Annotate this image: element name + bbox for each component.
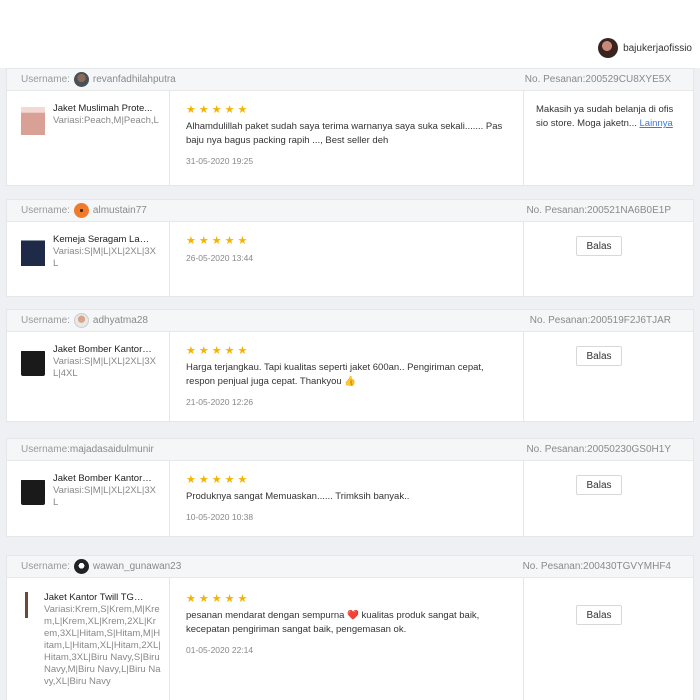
product-thumbnail[interactable]: [21, 477, 45, 505]
top-bar: bajukerjaofissio: [0, 0, 700, 68]
buyer-username[interactable]: revanfadhilahputra: [93, 74, 176, 85]
product-thumbnail[interactable]: [21, 238, 45, 266]
product-name[interactable]: Jaket Kantor Twill TG0...: [44, 592, 144, 604]
reply-cell: Balas: [524, 332, 693, 422]
review-text: Alhamdulillah paket sudah saya terima wa…: [186, 121, 503, 146]
product-name[interactable]: Jaket Bomber Kantor-...: [53, 344, 153, 356]
product-variation: Variasi:S|M|L|XL|2XL|3XL|4XL: [53, 356, 156, 379]
review-header: Username: revanfadhilahputra No. Pesanan…: [7, 69, 693, 91]
product-thumbnail[interactable]: [21, 107, 45, 135]
username-label: Username:: [21, 74, 70, 85]
reply-cell: Balas: [524, 578, 693, 700]
order-number[interactable]: No. Pesanan:200529CU8XYE5X: [525, 74, 671, 85]
username: Username: majadasaidulmunir: [21, 444, 154, 455]
username-label: Username:: [21, 315, 70, 326]
buyer-avatar: [73, 559, 89, 574]
buyer-username[interactable]: almustain77: [93, 205, 147, 216]
buyer-username[interactable]: wawan_gunawan23: [93, 561, 181, 572]
review-date: 26-05-2020 13:44: [186, 253, 254, 263]
review-date: 10-05-2020 10:38: [186, 512, 254, 522]
review-header: Username: wawan_gunawan23 No. Pesanan:20…: [7, 556, 693, 578]
product-cell: Jaket Kantor Twill TG0... Variasi:Krem,S…: [7, 578, 170, 700]
review-card: Username: majadasaidulmunir No. Pesanan:…: [6, 438, 694, 537]
username-label: Username:: [21, 561, 70, 572]
product-cell: Kemeja Seragam Lapa... Variasi:S|M|L|XL|…: [7, 222, 170, 297]
account-avatar: [598, 38, 619, 58]
review-text: Harga terjangkau. Tapi kualitas seperti …: [186, 362, 484, 387]
rating-stars: ★★★★★: [186, 235, 251, 247]
buyer-avatar: [73, 203, 89, 218]
review-card: Username: adhyatma28 No. Pesanan:200519F…: [6, 309, 694, 422]
username-label: Username:: [21, 205, 70, 216]
buyer-avatar: [73, 313, 89, 328]
review-header: Username: almustain77 No. Pesanan:200521…: [7, 200, 693, 222]
reply-cell: Balas: [524, 461, 693, 537]
rating-stars: ★★★★★: [186, 593, 251, 605]
product-name[interactable]: Jaket Bomber Kantor-...: [53, 473, 153, 485]
reply-cell: Makasih ya sudah belanja di ofis sio sto…: [524, 91, 693, 186]
buyer-avatar: [73, 72, 89, 87]
review-date: 01-05-2020 22:14: [186, 645, 254, 655]
product-thumbnail[interactable]: [25, 592, 28, 618]
review-date: 21-05-2020 12:26: [186, 397, 254, 407]
product-cell: Jaket Muslimah Prote... Variasi:Peach,M|…: [7, 91, 170, 186]
reply-button[interactable]: Balas: [576, 605, 622, 625]
product-name[interactable]: Jaket Muslimah Prote...: [53, 103, 153, 115]
product-cell: Jaket Bomber Kantor-... Variasi:S|M|L|XL…: [7, 461, 170, 537]
username-label: Username:: [21, 444, 70, 455]
review-cell: ★★★★★ pesanan mendarat dengan sempurna ❤…: [170, 578, 524, 700]
buyer-username[interactable]: majadasaidulmunir: [70, 444, 154, 455]
review-text: Produknya sangat Memuaskan...... Trimksi…: [186, 491, 410, 502]
product-name[interactable]: Kemeja Seragam Lapa...: [53, 234, 153, 246]
username: Username: wawan_gunawan23: [21, 559, 181, 574]
buyer-username[interactable]: adhyatma28: [93, 315, 148, 326]
review-card: Username: almustain77 No. Pesanan:200521…: [6, 199, 694, 297]
review-card: Username: revanfadhilahputra No. Pesanan…: [6, 68, 694, 186]
rating-stars: ★★★★★: [186, 474, 251, 486]
product-variation: Variasi:Krem,S|Krem,M|Krem,L|Krem,XL|Kre…: [44, 604, 161, 687]
order-number[interactable]: No. Pesanan:20050230GS0H1Y: [526, 444, 671, 455]
review-cell: ★★★★★ Harga terjangkau. Tapi kualitas se…: [170, 332, 524, 422]
seller-reply: Makasih ya sudah belanja di ofis sio sto…: [536, 103, 685, 131]
product-thumbnail[interactable]: [21, 348, 45, 376]
username: Username: adhyatma28: [21, 313, 148, 328]
order-number[interactable]: No. Pesanan:200519F2J6TJAR: [530, 315, 671, 326]
rating-stars: ★★★★★: [186, 345, 251, 357]
review-date: 31-05-2020 19:25: [186, 156, 254, 166]
username: Username: almustain77: [21, 203, 147, 218]
review-card: Username: wawan_gunawan23 No. Pesanan:20…: [6, 555, 694, 700]
review-cell: ★★★★★ Produknya sangat Memuaskan...... T…: [170, 461, 524, 537]
product-variation: Variasi:Peach,M|Peach,L: [53, 115, 159, 126]
product-variation: Variasi:S|M|L|XL|2XL|3XL: [53, 246, 156, 269]
product-variation: Variasi:S|M|L|XL|2XL|3XL: [53, 485, 156, 508]
reply-button[interactable]: Balas: [576, 236, 622, 256]
account-menu[interactable]: bajukerjaofissio: [598, 38, 692, 58]
product-cell: Jaket Bomber Kantor-... Variasi:S|M|L|XL…: [7, 332, 170, 422]
account-name: bajukerjaofissio: [623, 42, 692, 54]
reply-button[interactable]: Balas: [576, 475, 622, 495]
reply-cell: Balas: [524, 222, 693, 297]
reply-button[interactable]: Balas: [576, 346, 622, 366]
order-number[interactable]: No. Pesanan:200521NA6B0E1P: [526, 205, 671, 216]
order-number[interactable]: No. Pesanan:200430TGVYMHF4: [523, 561, 671, 572]
review-cell: ★★★★★ Alhamdulillah paket sudah saya ter…: [170, 91, 524, 186]
review-cell: ★★★★★ 26-05-2020 13:44: [170, 222, 524, 297]
reply-more-link[interactable]: Lainnya: [640, 118, 673, 129]
review-text: pesanan mendarat dengan sempurna ❤️ kual…: [186, 610, 480, 635]
username: Username: revanfadhilahputra: [21, 72, 176, 87]
rating-stars: ★★★★★: [186, 104, 251, 116]
review-header: Username: adhyatma28 No. Pesanan:200519F…: [7, 310, 693, 332]
review-header: Username: majadasaidulmunir No. Pesanan:…: [7, 439, 693, 461]
